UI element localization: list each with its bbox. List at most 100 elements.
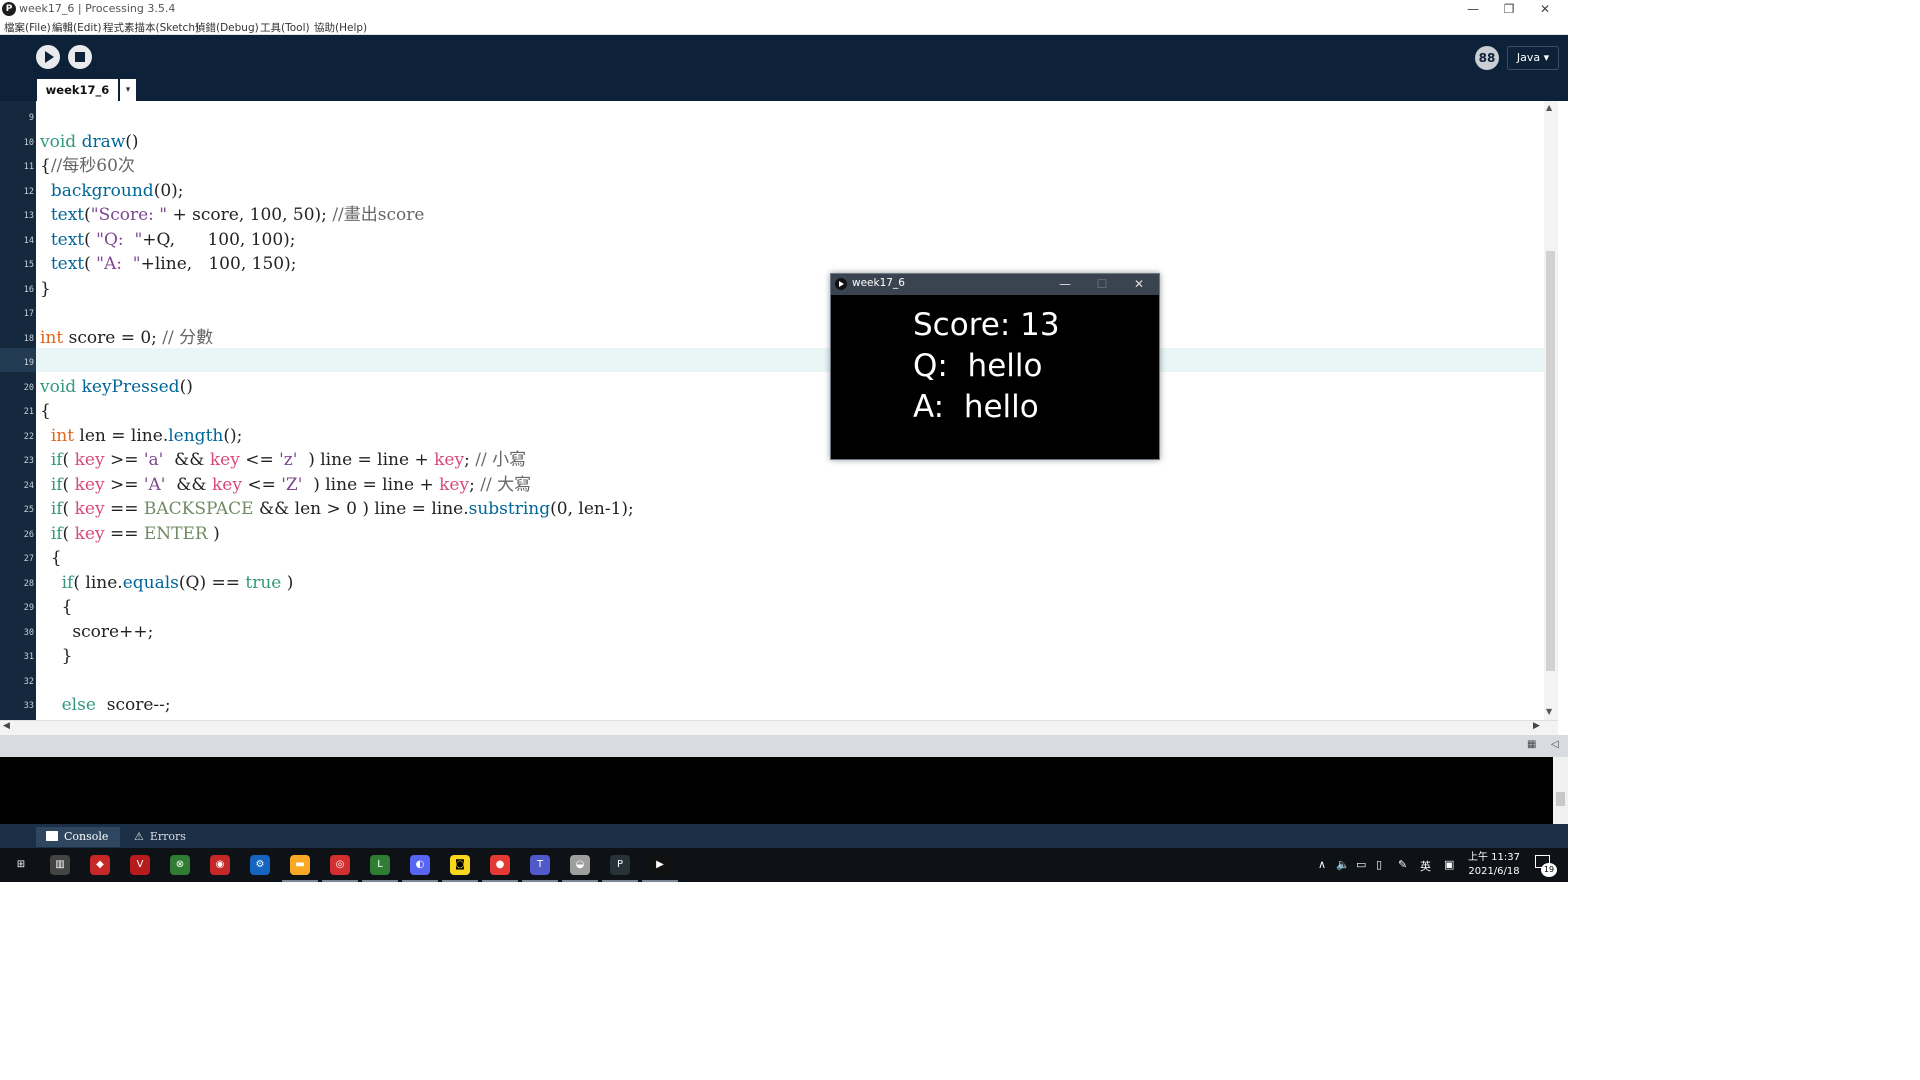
volume-icon[interactable]: 🔈 <box>1336 858 1350 871</box>
code-line: int score = 0; // 分數 <box>40 326 213 350</box>
code-token: ( <box>84 205 91 225</box>
valorant-icon[interactable]: V <box>130 855 150 875</box>
code-editor[interactable]: void draw() {//每秒60次 background(0); text(… <box>36 101 1544 720</box>
netease-music-icon[interactable]: ◎ <box>322 855 358 882</box>
line-number: 19 <box>23 358 34 368</box>
menu-help[interactable]: 協助(Help) <box>314 20 367 35</box>
code-line: if( key == BACKSPACE && len > 0 ) line =… <box>40 497 634 521</box>
code-line: { <box>40 546 62 570</box>
code-line: int len = line.length(); <box>40 424 243 448</box>
code-token: key <box>74 499 105 519</box>
scroll-thumb[interactable] <box>1546 251 1555 671</box>
line-number: 25 <box>23 505 34 515</box>
menu-edit[interactable]: 編輯(Edit) <box>52 20 102 35</box>
menu-debug[interactable]: 偵錯(Debug) <box>195 20 259 35</box>
tab-menu-chevron-icon[interactable]: ▾ <box>120 79 136 101</box>
line-number: 21 <box>23 407 34 417</box>
network-icon[interactable]: ▭ <box>1356 858 1366 871</box>
clipboard-icon[interactable]: ▦ <box>1527 739 1536 750</box>
maximize-icon[interactable]: ❐ <box>1491 0 1527 19</box>
code-line: } <box>40 644 73 668</box>
code-line: text( "A: "+line, 100, 150); <box>40 252 297 276</box>
line-number: 9 <box>28 113 34 123</box>
sketch-maximize-icon[interactable]: ☐ <box>1087 274 1117 295</box>
steam-icon[interactable]: ⚙ <box>250 855 270 875</box>
line-number: 33 <box>23 701 34 711</box>
code-token: key <box>434 450 465 470</box>
battery-icon[interactable]: ▯ <box>1376 858 1382 871</box>
editor-vertical-scrollbar[interactable]: ▲ ▼ <box>1544 101 1558 720</box>
chrome-icon[interactable]: ● <box>482 855 518 882</box>
console-divider[interactable]: ▦ ◁ <box>0 735 1568 757</box>
console-scroll-thumb[interactable] <box>1556 792 1565 806</box>
steelseries-icon[interactable]: ◉ <box>210 855 230 875</box>
code-token: && len > 0 ) line = line. <box>253 499 469 519</box>
code-token: ) <box>281 572 294 593</box>
code-token: 'A' <box>143 474 166 495</box>
code-token: ( line. <box>73 572 123 593</box>
discord-icon[interactable]: ◐ <box>402 855 438 882</box>
line-icon[interactable]: L <box>362 855 398 882</box>
ime-indicator[interactable]: 英 <box>1420 858 1431 874</box>
code-token: (0, len-1); <box>550 499 634 519</box>
stop-button[interactable] <box>68 45 92 69</box>
clock-time: 上午 11:37 <box>1468 852 1520 863</box>
scroll-left-icon[interactable]: ◀ <box>3 721 10 731</box>
menu-file[interactable]: 檔案(File) <box>4 20 51 35</box>
kakao-icon[interactable]: ◙ <box>442 855 478 882</box>
editor-horizontal-scrollbar[interactable]: ◀ ▶ <box>0 720 1558 735</box>
clock[interactable]: 上午 11:37 2021/6/18 <box>1463 851 1525 879</box>
collapse-icon[interactable]: ◁ <box>1551 739 1559 750</box>
scroll-up-icon[interactable]: ▲ <box>1546 103 1552 112</box>
pen-icon[interactable]: ✎ <box>1398 858 1407 871</box>
file-explorer-icon[interactable]: ▬ <box>282 855 318 882</box>
code-token: && <box>165 474 212 495</box>
code-token: +line, 100, 150); <box>140 254 297 274</box>
code-token: +Q, 100, 100); <box>142 229 296 250</box>
processing-sketch-icon[interactable]: ▶ <box>642 855 678 882</box>
code-token: void <box>40 131 77 152</box>
code-line: void keyPressed() <box>40 375 193 399</box>
code-token: int <box>40 327 64 348</box>
sketch-close-icon[interactable]: ✕ <box>1124 274 1154 295</box>
scroll-down-icon[interactable]: ▼ <box>1546 707 1552 716</box>
start-icon[interactable]: ⊞ <box>11 855 31 875</box>
ime-mode-icon[interactable]: ▣ <box>1444 858 1454 871</box>
armoury-icon[interactable]: ◆ <box>90 855 110 875</box>
run-button[interactable] <box>36 45 60 69</box>
sketch-window[interactable]: week17_6 — ☐ ✕ Score: 13 Q: hello A: hel… <box>830 273 1160 460</box>
code-token: score++; <box>40 621 154 642</box>
mode-selector[interactable]: Java ▾ <box>1507 46 1559 70</box>
xbox-icon[interactable]: ⊗ <box>170 855 190 875</box>
tab-week17-6[interactable]: week17_6 <box>37 79 118 101</box>
scroll-right-icon[interactable]: ▶ <box>1533 721 1540 731</box>
minimize-icon[interactable]: — <box>1455 0 1491 19</box>
vpn-icon[interactable]: ◒ <box>562 855 598 882</box>
tab-console[interactable]: Console <box>36 827 120 847</box>
close-icon[interactable]: ✕ <box>1527 0 1563 19</box>
code-token: "Q: " <box>96 229 143 250</box>
notification-icon[interactable]: 19 <box>1535 855 1557 877</box>
teams-icon[interactable]: T <box>522 855 558 882</box>
menu-tool[interactable]: 工具(Tool) <box>260 20 310 35</box>
code-token: int <box>50 425 75 446</box>
console-output[interactable] <box>0 757 1568 824</box>
console-scrollbar[interactable] <box>1553 757 1568 824</box>
sketch-minimize-icon[interactable]: — <box>1050 274 1080 295</box>
sketch-score-text: Score: 13 <box>913 307 1060 343</box>
code-line: text( "Q: "+Q, 100, 100); <box>40 228 296 252</box>
code-token: //每秒60次 <box>50 156 135 176</box>
task-view-icon[interactable]: ▥ <box>50 855 70 875</box>
processing-icon[interactable]: P <box>602 855 638 882</box>
menu-sketch[interactable]: 程式素描本(Sketch) <box>103 20 199 35</box>
code-token: { <box>40 597 73 617</box>
tab-errors[interactable]: ⚠ Errors <box>122 827 196 847</box>
code-token: void <box>40 376 77 397</box>
tray-chevron-icon[interactable]: ∧ <box>1318 858 1326 871</box>
code-token: if <box>61 572 74 593</box>
code-token: } <box>40 278 51 299</box>
sketch-title-bar[interactable]: week17_6 — ☐ ✕ <box>831 274 1159 295</box>
debugger-icon[interactable]: 88 <box>1475 46 1499 70</box>
